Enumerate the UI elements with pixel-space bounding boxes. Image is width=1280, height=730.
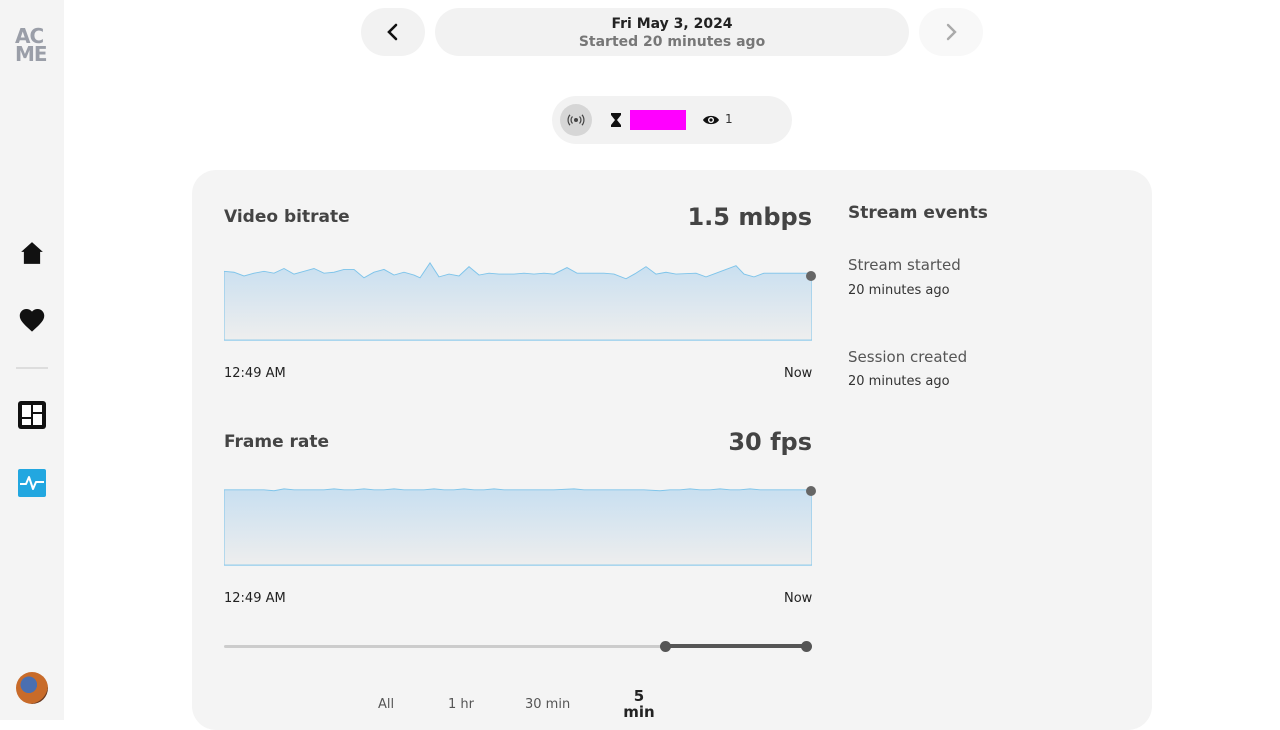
bitrate-end-time: Now <box>784 366 813 381</box>
framerate-end-time: Now <box>784 591 813 606</box>
session-started: Started 20 minutes ago <box>578 34 766 50</box>
framerate-value: 30 fps <box>728 428 812 456</box>
bitrate-value: 1.5 mbps <box>687 203 812 231</box>
bitrate-start-time: 12:49 AM <box>224 366 286 381</box>
bitrate-title: Video bitrate <box>224 207 350 227</box>
slider-start-handle[interactable] <box>660 641 671 652</box>
framerate-title: Frame rate <box>224 432 330 452</box>
framerate-chart <box>224 488 812 566</box>
redacted-host-name <box>630 110 686 130</box>
stream-status-bar: 1 <box>552 96 792 144</box>
next-day-button[interactable] <box>919 8 983 56</box>
event-session-created-time: 20 minutes ago <box>848 374 950 389</box>
event-stream-started-time: 20 minutes ago <box>848 283 950 298</box>
home-icon[interactable] <box>18 239 46 267</box>
session-date: Fri May 3, 2024 <box>611 16 733 32</box>
range-30min-button[interactable]: 30 min <box>525 697 570 712</box>
slider-selected-range <box>665 644 806 648</box>
sidebar-divider <box>16 367 48 369</box>
framerate-latest-point <box>806 486 816 496</box>
event-session-created: Session created <box>848 348 968 366</box>
chevron-left-icon <box>387 23 398 41</box>
stream-events-title: Stream events <box>848 203 988 223</box>
range-1hr-button[interactable]: 1 hr <box>448 697 474 712</box>
bitrate-chart <box>224 262 812 341</box>
previous-day-button[interactable] <box>361 8 425 56</box>
user-avatar[interactable] <box>16 672 48 704</box>
chevron-right-icon <box>946 23 957 41</box>
range-5min-button[interactable]: 5 min <box>622 688 656 720</box>
framerate-start-time: 12:49 AM <box>224 591 286 606</box>
viewer-count: 1 <box>725 112 733 126</box>
slider-end-handle[interactable] <box>801 641 812 652</box>
session-date-header: Fri May 3, 2024 Started 20 minutes ago <box>435 8 909 56</box>
activity-icon[interactable] <box>18 469 46 497</box>
stream-stats-panel: Video bitrate 1.5 mbps 12:49 AM Now Fram… <box>192 170 1152 730</box>
time-range-slider[interactable] <box>224 636 812 656</box>
hourglass-icon <box>610 112 624 128</box>
dashboard-icon[interactable] <box>18 401 46 429</box>
heart-icon[interactable] <box>18 306 46 334</box>
broadcast-icon[interactable] <box>560 104 592 136</box>
event-stream-started: Stream started <box>848 256 961 274</box>
bitrate-latest-point <box>806 271 816 281</box>
acme-logo[interactable]: AC ME <box>15 26 49 64</box>
sidebar: AC ME <box>0 0 64 720</box>
range-all-button[interactable]: All <box>378 697 394 712</box>
eye-icon <box>702 112 720 131</box>
